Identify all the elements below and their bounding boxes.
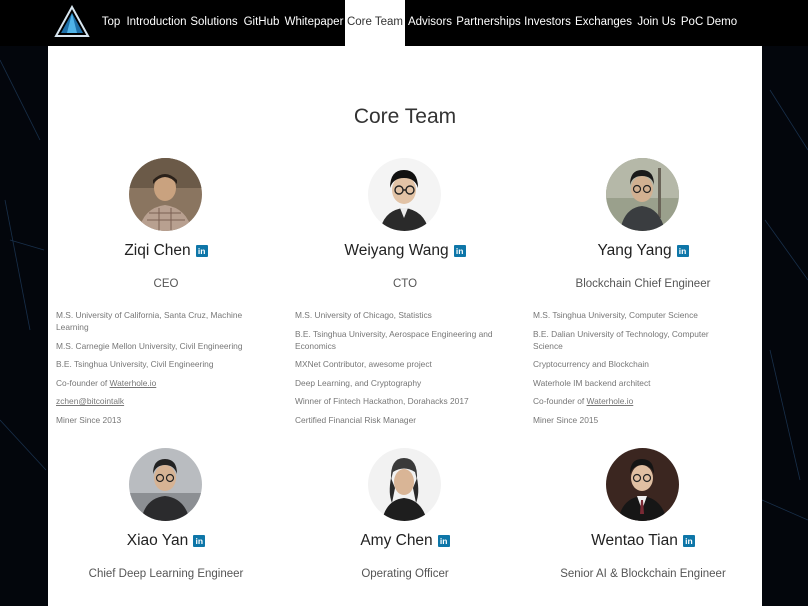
member-details: M.S. University of Chicago, Statistics B…: [295, 309, 495, 432]
detail-item: Co-founder of Waterhole.io: [56, 377, 256, 389]
detail-item: Cryptocurrency and Blockchain: [533, 359, 649, 369]
logo-triangle-icon[interactable]: [54, 5, 90, 39]
nav-introduction[interactable]: Introduction: [125, 0, 188, 46]
member-name-row: Amy Chen in: [295, 532, 515, 550]
core-team-panel: Core Team Ziqi Chen in CEO M.S. Universit…: [48, 46, 762, 606]
detail-item: B.E. Tsinghua University, Civil Engineer…: [56, 359, 214, 369]
detail-item: M.S. Tsinghua University, Computer Scien…: [533, 310, 698, 320]
nav-exchanges[interactable]: Exchanges: [573, 0, 634, 46]
member-name-row: Yang Yang in: [533, 242, 753, 260]
avatar: [368, 158, 441, 231]
nav-investors[interactable]: Investors: [522, 0, 573, 46]
detail-item: Miner Since 2015: [533, 414, 599, 425]
waterhole-link[interactable]: Waterhole.io: [110, 378, 157, 388]
member-name: Amy Chen: [360, 532, 433, 549]
detail-item: Co-founder of Waterhole.io: [533, 395, 733, 407]
detail-text: Co-founder of: [56, 377, 110, 388]
detail-text: Co-founder of: [533, 396, 587, 406]
member-role: Operating Officer: [361, 568, 449, 580]
member-name: Weiyang Wang: [344, 242, 449, 259]
member-role: Senior AI & Blockchain Engineer: [560, 568, 726, 580]
email-link[interactable]: zchen@bitcointalk: [56, 395, 256, 407]
detail-item: M.S. University of Chicago, Statistics: [295, 310, 432, 320]
linkedin-icon[interactable]: in: [193, 535, 206, 547]
top-navigation-bar: Top Introduction Solutions GitHub Whitep…: [0, 0, 808, 46]
member-role: Blockchain Chief Engineer: [575, 278, 711, 290]
detail-item: Certified Financial Risk Manager: [295, 414, 417, 425]
avatar: [606, 158, 679, 231]
linkedin-icon[interactable]: in: [195, 245, 208, 257]
detail-item: M.S. Carnegie Mellon University, Civil E…: [56, 340, 243, 351]
avatar: [129, 158, 202, 231]
detail-item: Deep Learning, and Cryptography: [295, 377, 422, 388]
member-details: M.S. Tsinghua University, Computer Scien…: [533, 309, 733, 432]
linkedin-icon[interactable]: in: [682, 535, 695, 547]
member-details: M.S. University of California, Santa Cru…: [56, 309, 256, 432]
member-name-row: Weiyang Wang in: [295, 242, 515, 260]
nav-poc-demo[interactable]: PoC Demo: [679, 0, 739, 46]
avatar: [368, 448, 441, 521]
nav-top[interactable]: Top: [97, 0, 125, 46]
nav-advisors[interactable]: Advisors: [405, 0, 455, 46]
avatar: [606, 448, 679, 521]
member-role: Chief Deep Learning Engineer: [88, 568, 244, 580]
linkedin-icon[interactable]: in: [453, 245, 466, 257]
member-name-row: Xiao Yan in: [56, 532, 276, 550]
waterhole-link[interactable]: Waterhole.io: [587, 396, 634, 406]
section-title: Core Team: [353, 105, 457, 128]
nav-partnerships[interactable]: Partnerships: [455, 0, 522, 46]
member-name-row: Ziqi Chen in: [56, 242, 276, 260]
member-name: Wentao Tian: [591, 532, 678, 549]
avatar: [129, 448, 202, 521]
member-role: CTO: [392, 278, 418, 290]
detail-item: MXNet Contributor, awesome project: [295, 359, 432, 369]
detail-item: Waterhole IM backend architect: [533, 377, 651, 388]
nav-whitepaper[interactable]: Whitepaper: [283, 0, 345, 46]
member-name-row: Wentao Tian in: [533, 532, 753, 550]
nav-github[interactable]: GitHub: [240, 0, 283, 46]
member-name: Xiao Yan: [126, 532, 189, 549]
detail-item: B.E. Tsinghua University, Aerospace Engi…: [295, 328, 493, 351]
linkedin-icon[interactable]: in: [676, 245, 689, 257]
detail-item: M.S. University of California, Santa Cru…: [56, 310, 243, 332]
linkedin-icon[interactable]: in: [437, 535, 450, 547]
nav-join-us[interactable]: Join Us: [634, 0, 679, 46]
nav-solutions[interactable]: Solutions: [188, 0, 240, 46]
member-name: Yang Yang: [597, 242, 672, 259]
member-role: CEO: [153, 278, 179, 290]
detail-item: Winner of Fintech Hackathon, Dorahacks 2…: [295, 396, 469, 406]
member-name: Ziqi Chen: [124, 242, 191, 259]
detail-item: Miner Since 2013: [56, 414, 122, 425]
nav-core-team[interactable]: Core Team: [345, 0, 405, 46]
detail-item: B.E. Dalian University of Technology, Co…: [533, 328, 709, 351]
